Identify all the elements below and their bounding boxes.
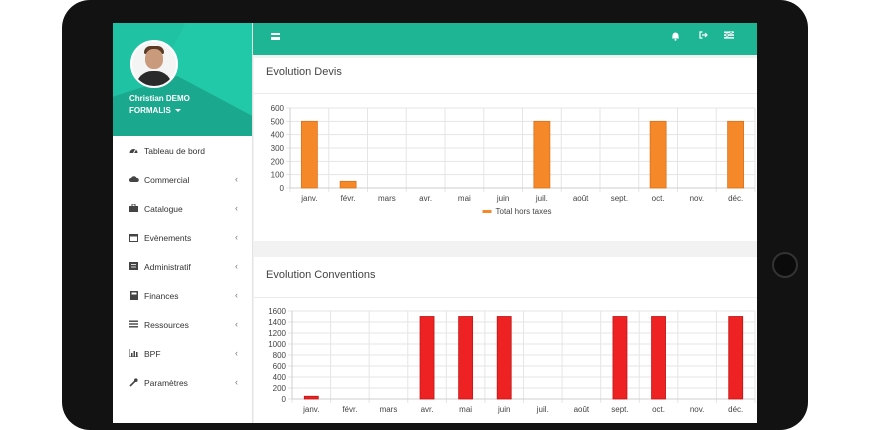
bar [303, 395, 319, 400]
sidebar-item-finances[interactable]: Finances ‹ [113, 281, 252, 310]
sidebar-menu: Tableau de bord Commercial ‹ Catalogue ‹ [113, 136, 252, 397]
sidebar-item-evenements[interactable]: Evènements ‹ [113, 223, 252, 252]
briefcase-icon [129, 203, 138, 212]
chevron-left-icon: ‹ [235, 261, 238, 271]
sidebar-item-label: Catalogue [144, 204, 183, 214]
chevron-left-icon: ‹ [235, 174, 238, 184]
x-tick-label: juil. [535, 194, 548, 203]
x-tick-label: mars [378, 194, 396, 203]
top-navbar [253, 23, 757, 55]
y-tick-label: 200 [271, 157, 285, 166]
profile-panel: Christian DEMO FORMALIS [113, 23, 252, 136]
sidebar-item-label: BPF [144, 349, 161, 359]
sidebar-item-commercial[interactable]: Commercial ‹ [113, 165, 252, 194]
legend-swatch [482, 210, 492, 213]
y-tick-label: 300 [271, 144, 285, 153]
y-tick-label: 600 [271, 104, 285, 113]
bar-chart-icon [128, 349, 138, 358]
bell-icon[interactable] [671, 31, 680, 43]
y-tick-label: 1000 [268, 340, 286, 349]
logout-icon[interactable] [699, 31, 708, 41]
y-tick-label: 1200 [268, 329, 286, 338]
sidebar-item-label: Commercial [144, 175, 190, 185]
wrench-icon [129, 378, 138, 387]
bar [649, 120, 667, 189]
bar [728, 316, 744, 400]
y-tick-label: 600 [273, 362, 287, 371]
x-tick-label: oct. [652, 194, 665, 203]
chevron-left-icon: ‹ [235, 290, 238, 300]
sidebar-item-label: Tableau de bord [144, 146, 205, 156]
x-tick-label: sept. [611, 194, 628, 203]
x-tick-label: déc. [728, 194, 743, 203]
tablet-home-button [772, 252, 798, 278]
bar [419, 316, 435, 400]
x-tick-label: avr. [419, 194, 432, 203]
x-tick-label: janv. [300, 194, 317, 203]
sidebar-item-bpf[interactable]: BPF ‹ [113, 339, 252, 368]
chevron-left-icon: ‹ [235, 377, 238, 387]
sidebar-item-label: Finances [144, 291, 179, 301]
avatar[interactable] [130, 40, 178, 88]
sidebar-item-label: Evènements [144, 233, 192, 243]
sidebar-item-label: Administratif [144, 262, 191, 272]
user-name: Christian DEMO [129, 94, 190, 103]
y-tick-label: 100 [271, 171, 285, 180]
y-tick-label: 1400 [268, 318, 286, 327]
sidebar-item-label: Ressources [144, 320, 189, 330]
y-tick-label: 1600 [268, 307, 286, 316]
settings-icon[interactable] [724, 30, 734, 41]
x-tick-label: févr. [341, 194, 356, 203]
y-tick-label: 500 [271, 117, 285, 126]
legend-label: Total hors taxes [496, 207, 552, 216]
devis-bar-chart: 0 100 200 300 400 500 600 janv. févr. mars avr. mai… [271, 104, 756, 216]
sidebar-item-administratif[interactable]: Administratif ‹ [113, 252, 252, 281]
chevron-left-icon: ‹ [235, 319, 238, 329]
panel-title: Evolution Devis [266, 66, 342, 78]
y-tick-label: 0 [282, 395, 287, 404]
panel-title: Evolution Conventions [266, 269, 376, 281]
app-screen: Christian DEMO FORMALIS Tableau de bord … [113, 23, 757, 423]
y-tick-label: 400 [273, 373, 287, 382]
bar [651, 316, 666, 400]
chevron-left-icon: ‹ [235, 203, 238, 213]
bar [300, 120, 318, 189]
y-tick-label: 0 [280, 184, 285, 193]
list-icon [129, 262, 138, 270]
panel-evolution-conventions: Evolution Conventions 0 200 400 600 800 1000 1… [254, 257, 757, 423]
calculator-icon [129, 291, 138, 300]
y-tick-label: 400 [271, 131, 285, 140]
chevron-left-icon: ‹ [235, 348, 238, 358]
calendar-icon [129, 233, 138, 242]
dashboard-icon [129, 146, 138, 154]
bar [727, 120, 745, 189]
bars-icon [129, 320, 138, 328]
x-tick-label: juin [496, 194, 509, 203]
panel-evolution-devis: Evolution Devis 0 100 200 300 400 500 600 janv.… [254, 58, 757, 241]
sidebar-item-label: Paramètres [144, 378, 188, 388]
x-tick-label: mai [458, 194, 471, 203]
main-content: Evolution Devis 0 100 200 300 400 500 600 janv.… [253, 23, 757, 423]
sidebar-item-ressources[interactable]: Ressources ‹ [113, 310, 252, 339]
sidebar-item-parametres[interactable]: Paramètres ‹ [113, 368, 252, 397]
bar [533, 120, 551, 189]
sidebar-item-catalogue[interactable]: Catalogue ‹ [113, 194, 252, 223]
cloud-icon [129, 175, 139, 183]
caret-down-icon [174, 109, 181, 112]
sidebar: Christian DEMO FORMALIS Tableau de bord … [113, 23, 253, 423]
y-tick-label: 800 [273, 351, 287, 360]
chevron-left-icon: ‹ [235, 232, 238, 242]
conventions-bar-chart: 02004006008001000120014001600janv. févr. m… [268, 307, 756, 414]
bar [496, 316, 512, 400]
org-dropdown[interactable]: FORMALIS [129, 106, 181, 115]
menu-icon[interactable] [271, 33, 280, 40]
y-tick-label: 200 [273, 384, 287, 393]
bar [458, 316, 474, 400]
x-tick-label: août [573, 194, 589, 203]
org-name: FORMALIS [129, 106, 171, 115]
sidebar-item-tableau-de-bord[interactable]: Tableau de bord [113, 136, 252, 165]
bar [339, 180, 357, 189]
x-tick-label: nov. [690, 194, 705, 203]
bar [612, 316, 628, 400]
